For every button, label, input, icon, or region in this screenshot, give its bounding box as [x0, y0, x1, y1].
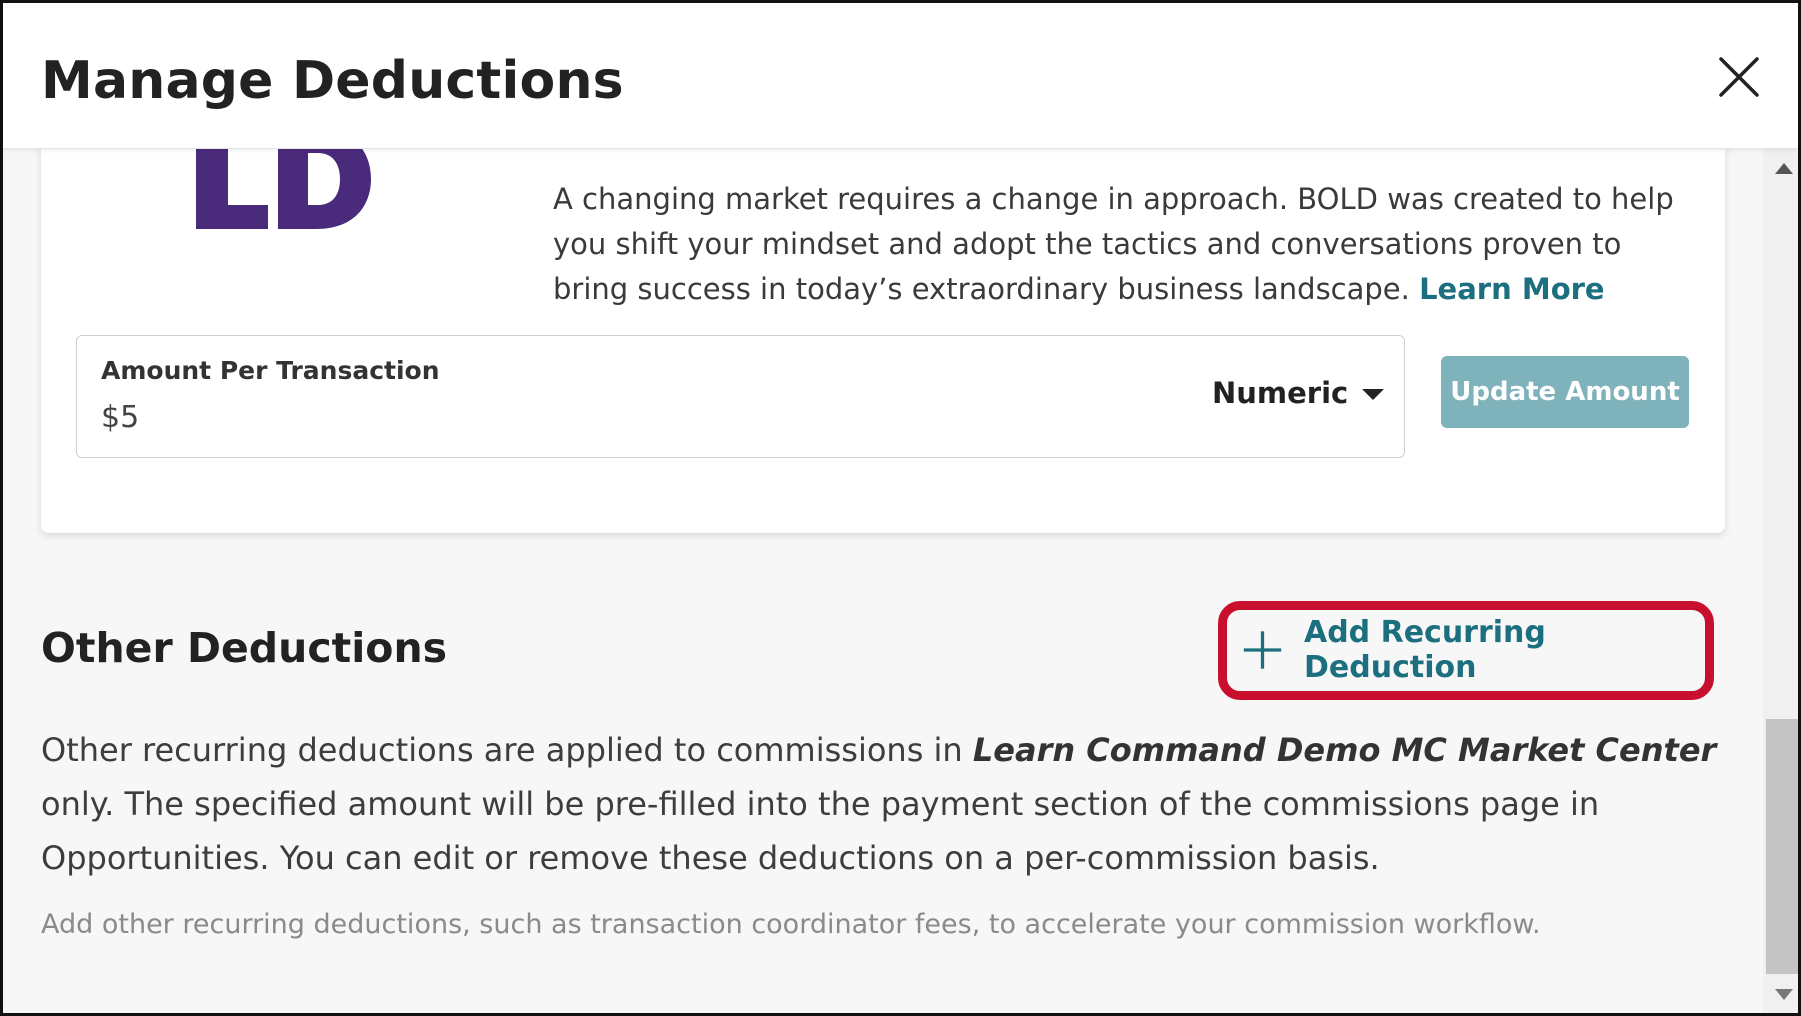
- manage-deductions-modal: Manage Deductions A changing market requ…: [0, 0, 1801, 1016]
- close-button[interactable]: [1715, 53, 1763, 101]
- vertical-scrollbar[interactable]: [1763, 149, 1798, 1013]
- program-description: A changing market requires a change in a…: [553, 182, 1674, 306]
- plus-icon: [1243, 631, 1282, 669]
- program-logo: [156, 149, 396, 249]
- other-deductions-description: Other recurring deductions are applied t…: [41, 731, 1717, 877]
- scroll-thumb[interactable]: [1766, 719, 1798, 974]
- deduction-card: A changing market requires a change in a…: [41, 149, 1725, 533]
- amount-per-transaction-field[interactable]: Amount Per Transaction Numeric: [76, 335, 1405, 458]
- add-recurring-deduction-label: Add Recurring Deduction: [1303, 615, 1546, 685]
- amount-type-select[interactable]: Numeric: [1212, 376, 1385, 410]
- amount-input[interactable]: [101, 400, 1001, 435]
- add-recurring-deduction-button[interactable]: Add Recurring Deduction: [1241, 615, 1701, 685]
- amount-type-selected: Numeric: [1212, 376, 1349, 410]
- update-amount-button[interactable]: Update Amount: [1441, 356, 1689, 428]
- other-deductions-title: Other Deductions: [41, 624, 448, 672]
- caret-down-icon: [1362, 388, 1385, 400]
- scroll-down-arrow[interactable]: [1775, 989, 1793, 1000]
- amount-label: Amount Per Transaction: [101, 356, 440, 385]
- close-icon: [1719, 57, 1759, 97]
- learn-more-link[interactable]: Learn More: [1419, 272, 1605, 306]
- modal-content: A changing market requires a change in a…: [3, 149, 1763, 1013]
- modal-title: Manage Deductions: [41, 51, 624, 111]
- scroll-up-arrow[interactable]: [1775, 163, 1793, 174]
- other-deductions-hint: Add other recurring deductions, such as …: [41, 909, 1541, 940]
- modal-header: Manage Deductions: [3, 3, 1798, 149]
- market-center-name: Learn Command Demo MC Market Center: [972, 731, 1717, 769]
